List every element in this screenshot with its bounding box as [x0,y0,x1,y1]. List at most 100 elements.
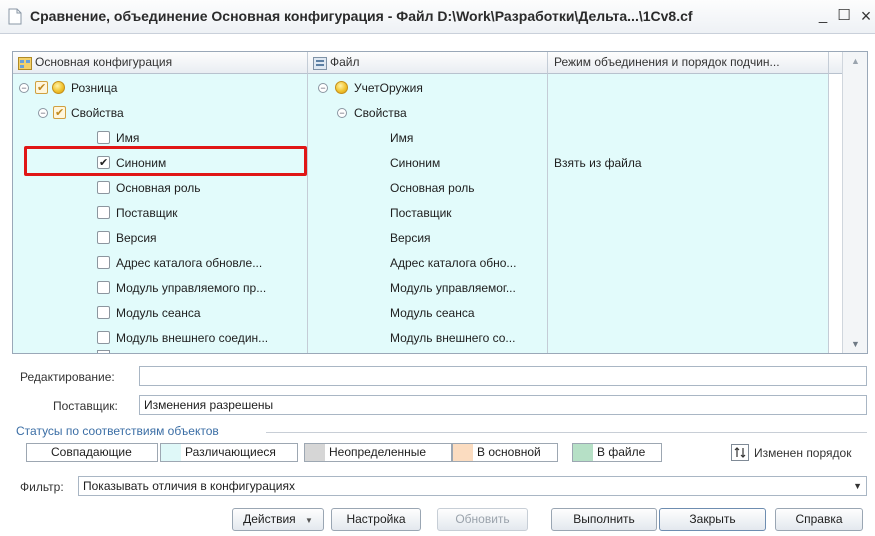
item-label: Имя [390,131,414,145]
legend-matching: Совпадающие [26,443,158,462]
editing-label: Редактирование: [20,370,115,384]
tree-row-version-left[interactable]: Версия [13,226,308,250]
tree-row-main-role-right[interactable]: Основная роль [308,176,548,200]
close-button[interactable]: Закрыть [659,508,766,531]
legend-in-main: В основной [452,443,558,462]
supplier-field[interactable]: Изменения разрешены [139,395,867,415]
legend-differing-swatch [161,444,181,461]
legend-group-divider [266,432,867,433]
tree-row-session-module-left[interactable]: Модуль сеанса [13,301,308,325]
tree-row-external-module-right[interactable]: Модуль внешнего со... [308,326,548,350]
tree-row-update-catalog-right[interactable]: Адрес каталога обно... [308,251,548,275]
legend-differing-label: Различающиеся [185,445,276,459]
maximize-button[interactable]: ☐ [836,6,852,26]
item-label: Модуль внешнего со... [390,331,516,345]
dropdown-arrow-icon[interactable]: ▼ [853,477,862,495]
item-label: Основная роль [116,181,201,195]
chevron-down-icon: ▼ [305,516,313,525]
legend-in-file-label: В файле [597,445,646,459]
window-titlebar: Сравнение, объединение Основная конфигур… [0,0,875,34]
legend-in-main-label: В основной [477,445,541,459]
help-button[interactable]: Справка [775,508,863,531]
minimize-button[interactable]: _ [815,6,831,26]
scroll-up-icon[interactable]: ▲ [851,56,860,66]
item-label: Версия [116,231,157,245]
tree-row-name-right[interactable]: Имя [308,126,548,150]
header-file[interactable]: Файл [308,52,548,74]
tree-row-update-catalog-left[interactable]: Адрес каталога обновле... [13,251,308,275]
file-icon [313,56,327,73]
supplier-label: Поставщик: [53,399,118,413]
tree-row-root-right[interactable]: − УчетОружия [308,76,548,100]
header-main-config[interactable]: Основная конфигурация [13,52,308,74]
merge-mode-cell[interactable]: Взять из файла [554,151,824,175]
collapse-toggle-icon[interactable]: − [318,83,328,93]
tree-row-main-role-left[interactable]: Основная роль [13,176,308,200]
tree-row-supplier-left[interactable]: Поставщик [13,201,308,225]
root-checkbox[interactable] [35,76,48,100]
item-label: Адрес каталога обно... [390,256,517,270]
collapse-toggle-icon[interactable]: − [337,108,347,118]
header-merge-mode[interactable]: Режим объединения и порядок подчин... [548,52,829,74]
close-window-button[interactable]: × [858,6,874,26]
refresh-button[interactable]: Обновить [437,508,528,531]
configuration-icon [52,81,65,94]
collapse-toggle-icon[interactable]: − [19,83,29,93]
managed-module-checkbox[interactable] [97,281,110,294]
legend-differing: Различающиеся [160,443,298,462]
tree-row-session-module-right[interactable]: Модуль сеанса [308,301,548,325]
order-changed-label: Изменен порядок [754,446,852,460]
root-label-right: УчетОружия [354,81,423,95]
filter-select[interactable]: Показывать отличия в конфигурациях ▼ [78,476,867,496]
item-label: Модуль сеанса [390,306,475,320]
actions-button-label: Действия [243,512,296,526]
item-label: Модуль сеанса [116,306,201,320]
legend-matching-swatch [27,444,47,461]
window-title: Сравнение, объединение Основная конфигур… [30,8,693,24]
version-checkbox[interactable] [97,231,110,244]
header-main-config-label: Основная конфигурация [35,55,173,69]
tree-row-properties-left[interactable]: − Свойства [13,101,308,125]
supplier-checkbox[interactable] [97,206,110,219]
tree-row-synonym-right[interactable]: Синоним [308,151,548,175]
name-checkbox[interactable] [97,131,110,144]
properties-checkbox[interactable] [53,101,66,125]
document-icon [8,8,22,28]
execute-button[interactable]: Выполнить [551,508,657,531]
merge-mode-column [548,74,829,353]
tree-row-managed-module-right[interactable]: Модуль управляемог... [308,276,548,300]
legend-in-file-swatch [573,444,593,461]
configuration-icon [335,81,348,94]
tree-row-supplier-right[interactable]: Поставщик [308,201,548,225]
legend-in-main-swatch [453,444,473,461]
legend-group-title: Статусы по соответствиям объектов [16,424,219,438]
actions-button[interactable]: Действия ▼ [232,508,324,531]
comparison-tree[interactable]: Основная конфигурация Файл Режим объедин… [12,51,868,354]
settings-button[interactable]: Настройка [331,508,421,531]
root-label-left: Розница [71,81,118,95]
tree-row-managed-module-left[interactable]: Модуль управляемого пр... [13,276,308,300]
update-catalog-checkbox[interactable] [97,256,110,269]
main-role-checkbox[interactable] [97,181,110,194]
legend-undefined: Неопределенные [304,443,452,462]
editing-field[interactable] [139,366,867,386]
filter-value: Показывать отличия в конфигурациях [83,479,295,493]
item-label: Поставщик [116,206,178,220]
filter-label: Фильтр: [20,480,64,494]
legend-in-file: В файле [572,443,662,462]
tree-row-version-right[interactable]: Версия [308,226,548,250]
partial-next-checkbox [97,350,110,353]
order-changed-icon [731,444,749,464]
tree-row-external-module-left[interactable]: Модуль внешнего соедин... [13,326,308,350]
header-file-label: Файл [330,55,360,69]
header-spacer [829,52,842,74]
tree-row-root-left[interactable]: − Розница [13,76,308,100]
scroll-down-icon[interactable]: ▼ [851,339,860,349]
collapse-toggle-icon[interactable]: − [38,108,48,118]
tree-row-properties-right[interactable]: − Свойства [308,101,548,125]
external-module-checkbox[interactable] [97,331,110,344]
session-module-checkbox[interactable] [97,306,110,319]
item-label: Адрес каталога обновле... [116,256,263,270]
legend-matching-label: Совпадающие [51,445,132,459]
tree-scrollbar[interactable]: ▲ ▼ [842,52,867,353]
